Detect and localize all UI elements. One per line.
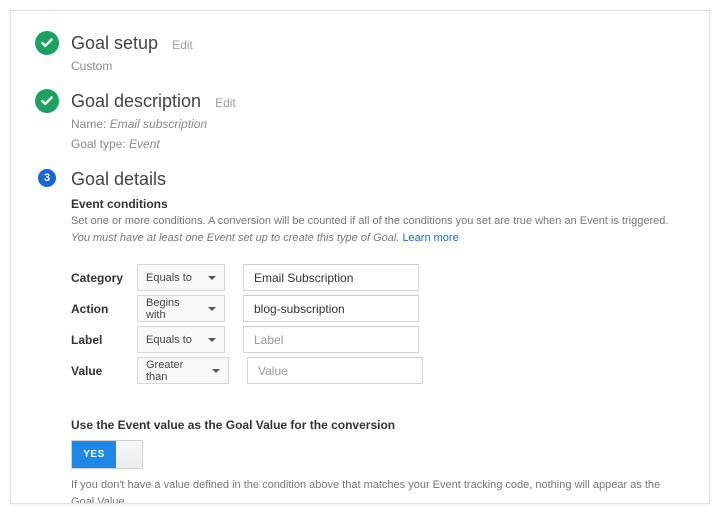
- chevron-down-icon: [208, 307, 216, 311]
- operator-select[interactable]: Greater than: [137, 357, 229, 384]
- conditions-desc-a: Set one or more conditions. A conversion…: [71, 215, 668, 227]
- operator-select[interactable]: Equals to: [137, 326, 225, 353]
- step-title: Goal description: [71, 89, 201, 113]
- event-conditions-sub: Set one or more conditions. A conversion…: [71, 213, 685, 246]
- step-type-line: Goal type: Event: [71, 135, 685, 153]
- edit-link[interactable]: Edit: [172, 38, 193, 52]
- name-label: Name:: [71, 117, 106, 131]
- step-title: Goal setup: [71, 31, 158, 55]
- condition-row-category: Category Equals to: [71, 264, 685, 291]
- operator-value: Begins with: [146, 297, 202, 321]
- chevron-down-icon: [208, 276, 216, 280]
- goal-value-toggle[interactable]: YES: [71, 440, 143, 469]
- condition-label: Category: [71, 271, 137, 285]
- step-body: Goal setup Edit Custom: [71, 31, 685, 75]
- action-input[interactable]: [243, 295, 419, 322]
- condition-label: Value: [71, 364, 137, 378]
- step-goal-setup: Goal setup Edit Custom: [35, 31, 685, 75]
- step-name-line: Name: Email subscription: [71, 115, 685, 133]
- value-input[interactable]: [247, 357, 423, 384]
- operator-value: Greater than: [146, 359, 206, 383]
- operator-value: Equals to: [146, 272, 192, 284]
- condition-row-label: Label Equals to: [71, 326, 685, 353]
- goal-value-section: Use the Event value as the Goal Value fo…: [71, 418, 685, 504]
- step-body: Goal description Edit Name: Email subscr…: [71, 89, 685, 153]
- event-conditions-list: Category Equals to Action Begins with: [71, 264, 685, 384]
- type-label: Goal type:: [71, 137, 126, 151]
- goal-value-title: Use the Event value as the Goal Value fo…: [71, 418, 685, 432]
- chevron-down-icon: [212, 369, 220, 373]
- condition-row-value: Value Greater than: [71, 357, 685, 384]
- condition-label: Action: [71, 302, 137, 316]
- operator-value: Equals to: [146, 334, 192, 346]
- operator-select[interactable]: Begins with: [137, 295, 225, 322]
- step-goal-details: 3 Goal details Event conditions Set one …: [35, 167, 685, 504]
- type-value: Event: [129, 137, 160, 151]
- edit-link[interactable]: Edit: [215, 96, 236, 110]
- goal-value-note: If you don't have a value defined in the…: [71, 477, 685, 504]
- toggle-state-label: YES: [72, 441, 116, 468]
- name-value: Email subscription: [110, 117, 207, 131]
- condition-row-action: Action Begins with: [71, 295, 685, 322]
- category-input[interactable]: [243, 264, 419, 291]
- condition-label: Label: [71, 333, 137, 347]
- step-number-badge: 3: [38, 169, 56, 187]
- learn-more-link[interactable]: Learn more: [402, 232, 458, 244]
- event-conditions-title: Event conditions: [71, 197, 685, 211]
- checkmark-icon: [35, 89, 59, 113]
- checkmark-icon: [35, 31, 59, 55]
- step-goal-description: Goal description Edit Name: Email subscr…: [35, 89, 685, 153]
- step-body: Goal details Event conditions Set one or…: [71, 167, 685, 504]
- chevron-down-icon: [208, 338, 216, 342]
- label-input[interactable]: [243, 326, 419, 353]
- app-frame: Goal setup Edit Custom Goal description …: [0, 0, 720, 514]
- step-title: Goal details: [71, 167, 166, 191]
- operator-select[interactable]: Equals to: [137, 264, 225, 291]
- conditions-desc-b: You must have at least one Event set up …: [71, 232, 399, 244]
- goal-wizard-panel: Goal setup Edit Custom Goal description …: [10, 10, 710, 504]
- step-subtype: Custom: [71, 57, 685, 75]
